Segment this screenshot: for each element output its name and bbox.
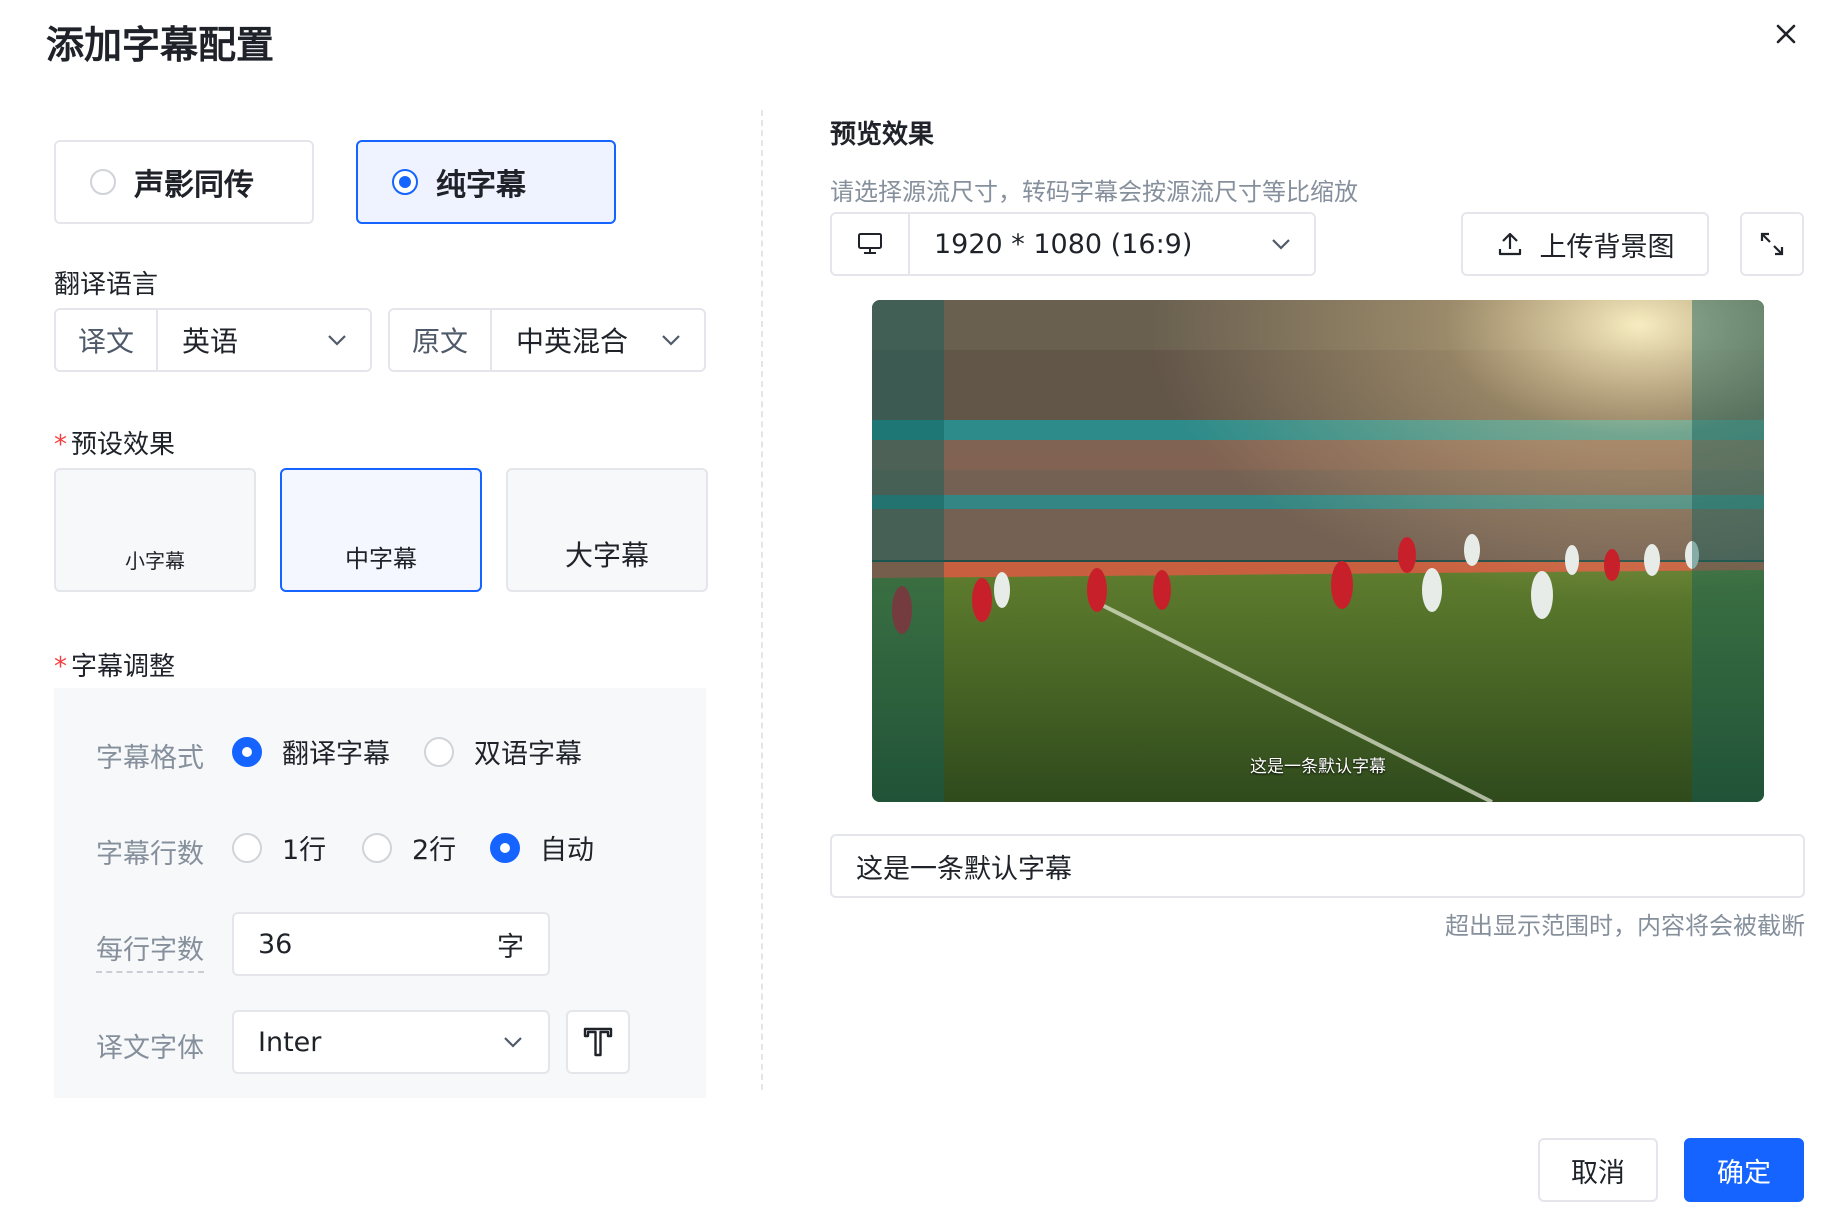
font-label: 译文字体 — [96, 1033, 204, 1064]
monitor-icon — [832, 214, 910, 274]
preset-large-label: 大字幕 — [564, 539, 649, 572]
chars-per-line-value: 36 — [258, 928, 293, 960]
adjust-panel: 字幕格式 翻译字幕 双语字幕 字幕行数 1行 2行 自动 每行字数 36 字 译… — [54, 688, 706, 1098]
chars-label: 每行字数 — [96, 928, 204, 973]
format-option-translation[interactable]: 翻译字幕 — [232, 732, 390, 771]
mode-option-sync[interactable]: 声影同传 — [54, 140, 314, 224]
preview-title: 预览效果 — [830, 120, 935, 150]
text-style-icon — [583, 1027, 613, 1057]
confirm-button[interactable]: 确定 — [1684, 1138, 1804, 1202]
format-option-label: 翻译字幕 — [282, 739, 390, 770]
adjust-label-text: 字幕调整 — [71, 652, 176, 682]
expand-icon — [1760, 232, 1784, 256]
target-language-select[interactable]: 译文 英语 — [54, 308, 372, 372]
preset-medium[interactable]: 中字幕 — [280, 468, 482, 592]
format-label: 字幕格式 — [96, 743, 204, 774]
source-size-select[interactable]: 1920 * 1080 (16:9) — [830, 212, 1316, 276]
preset-large[interactable]: 大字幕 — [506, 468, 708, 592]
source-language-select[interactable]: 原文 中英混合 — [388, 308, 706, 372]
upload-background-button[interactable]: 上传背景图 — [1461, 212, 1709, 276]
upload-icon — [1498, 232, 1521, 256]
subtitle-text-value: 这是一条默认字幕 — [856, 853, 1072, 885]
format-option-label: 双语字幕 — [474, 739, 582, 770]
radio-checked-icon — [392, 169, 418, 195]
mode-option-label: 声影同传 — [134, 168, 254, 203]
preset-medium-label: 中字幕 — [345, 545, 417, 573]
lines-option-1[interactable]: 1行 — [232, 828, 326, 867]
preset-small[interactable]: 小字幕 — [54, 468, 256, 592]
lines-option-2[interactable]: 2行 — [362, 828, 456, 867]
cancel-button[interactable]: 取消 — [1538, 1138, 1658, 1202]
panel-divider — [761, 110, 763, 1090]
chevron-down-icon — [1272, 239, 1290, 250]
preview-hint: 请选择源流尺寸，转码字幕会按源流尺寸等比缩放 — [830, 178, 1358, 206]
preset-small-label: 小字幕 — [125, 549, 185, 573]
truncate-hint: 超出显示范围时，内容将会被截断 — [1445, 912, 1805, 940]
source-language-prefix: 原文 — [390, 310, 492, 370]
required-mark: * — [54, 652, 67, 682]
stadium-image — [872, 300, 1764, 802]
mode-option-label: 纯字幕 — [436, 168, 526, 203]
source-language-value: 中英混合 — [516, 325, 629, 358]
fullscreen-button[interactable] — [1740, 212, 1804, 276]
upload-background-label: 上传背景图 — [1539, 231, 1675, 263]
lines-label: 字幕行数 — [96, 839, 204, 870]
font-select[interactable]: Inter — [232, 1010, 550, 1074]
chevron-down-icon — [328, 335, 346, 346]
mode-option-subtitle[interactable]: 纯字幕 — [356, 140, 616, 224]
format-option-bilingual[interactable]: 双语字幕 — [424, 732, 582, 771]
required-mark: * — [54, 430, 67, 460]
translation-label: 翻译语言 — [54, 270, 159, 300]
radio-icon — [362, 832, 392, 863]
target-language-prefix: 译文 — [56, 310, 158, 370]
radio-icon — [90, 169, 116, 195]
lines-option-label: 1行 — [282, 835, 327, 866]
radio-checked-icon — [490, 832, 520, 863]
lines-option-auto[interactable]: 自动 — [490, 828, 594, 867]
adjust-label: * 字幕调整 — [54, 646, 175, 683]
lines-option-label: 自动 — [540, 835, 594, 866]
target-language-value: 英语 — [182, 325, 239, 358]
subtitle-text-input[interactable]: 这是一条默认字幕 — [830, 834, 1805, 898]
close-icon[interactable] — [1770, 18, 1802, 50]
font-style-button[interactable] — [566, 1010, 630, 1074]
chars-per-line-input[interactable]: 36 字 — [232, 912, 550, 976]
radio-checked-icon — [232, 736, 262, 767]
font-select-value: Inter — [258, 1026, 322, 1058]
chevron-down-icon — [504, 1037, 522, 1048]
chars-unit: 字 — [497, 931, 524, 963]
preview-image: 这是一条默认字幕 — [872, 300, 1764, 802]
preset-label: * 预设效果 — [54, 424, 175, 461]
radio-icon — [424, 736, 454, 767]
preset-label-text: 预设效果 — [71, 430, 176, 460]
source-size-value: 1920 * 1080 (16:9) — [934, 228, 1193, 260]
subtitle-overlay: 这是一条默认字幕 — [1250, 757, 1386, 777]
dialog-title: 添加字幕配置 — [46, 23, 275, 67]
chevron-down-icon — [662, 335, 680, 346]
lines-option-label: 2行 — [412, 835, 457, 866]
radio-icon — [232, 832, 262, 863]
